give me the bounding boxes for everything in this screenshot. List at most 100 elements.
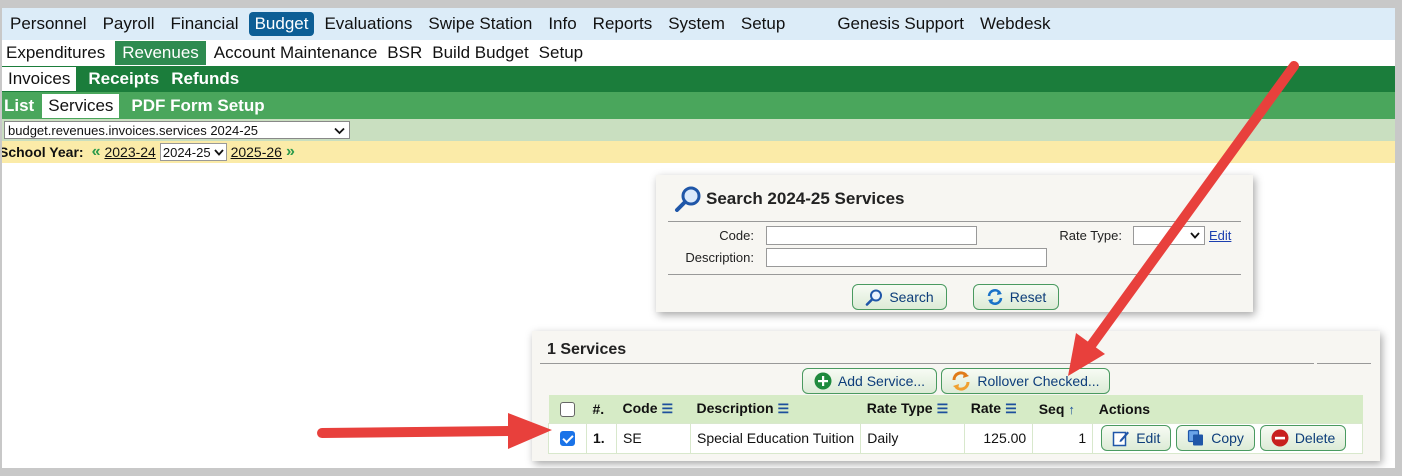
menu-info[interactable]: Info <box>542 12 582 36</box>
col-rate-type-label: Rate Type <box>866 400 933 417</box>
tab-revenues[interactable]: Revenues <box>115 41 206 65</box>
code-label: Code: <box>719 228 754 243</box>
row-num: 1. <box>586 422 617 454</box>
menu-system[interactable]: System <box>662 12 731 36</box>
school-year-select[interactable]: 2024-25 <box>159 143 227 161</box>
magnifier-icon <box>866 289 883 306</box>
sort-menu-icon[interactable]: ☰ <box>937 401 949 416</box>
copy-button-label: Copy <box>1211 430 1244 446</box>
sort-menu-icon[interactable]: ☰ <box>1005 401 1017 416</box>
next-year-link[interactable]: 2025-26 <box>231 144 282 160</box>
description-input[interactable] <box>766 248 1047 267</box>
col-code-label: Code <box>622 400 658 417</box>
col-description-label: Description <box>696 400 774 417</box>
menu-reports[interactable]: Reports <box>587 12 659 36</box>
tab-list[interactable]: List <box>2 94 38 118</box>
row-seq: 1 <box>1032 422 1094 454</box>
menu-payroll[interactable]: Payroll <box>97 12 161 36</box>
tab-services[interactable]: Services <box>42 93 120 118</box>
sort-ascending-icon[interactable]: ↑ <box>1068 402 1075 417</box>
col-code[interactable]: Code ☰ <box>616 395 691 423</box>
col-seq-label: Seq <box>1038 400 1065 417</box>
add-service-button[interactable]: Add Service... <box>802 368 937 394</box>
col-num: #. <box>586 395 617 423</box>
copy-icon <box>1188 429 1204 446</box>
delete-button-label: Delete <box>1294 430 1336 446</box>
table-header-row: #. Code ☰ Description ☰ Rate Type ☰ Rate ☰ S… <box>548 395 1363 423</box>
services-count-title: 1 Services <box>547 341 627 358</box>
col-rate-label: Rate <box>970 400 1002 417</box>
page-selector-bar: budget.revenues.invoices.services 2024-2… <box>2 119 1395 141</box>
edit-button-label: Edit <box>1136 430 1161 446</box>
menu-genesis-support[interactable]: Genesis Support <box>831 12 970 36</box>
menu-webdesk[interactable]: Webdesk <box>974 12 1057 36</box>
rollover-checked-button[interactable]: Rollover Checked... <box>941 368 1110 394</box>
sort-menu-icon[interactable]: ☰ <box>778 401 790 416</box>
search-panel-title: Search 2024-25 Services <box>706 189 905 208</box>
menu-evaluations[interactable]: Evaluations <box>318 12 418 36</box>
edit-button[interactable]: Edit <box>1101 425 1172 451</box>
col-description[interactable]: Description ☰ <box>690 395 861 423</box>
row-select-cell <box>548 422 587 454</box>
revenues-submenu: Invoices Receipts Refunds <box>2 66 1395 92</box>
reset-button[interactable]: Reset <box>973 284 1059 310</box>
search-panel-header: Search 2024-25 Services <box>674 186 905 212</box>
menu-budget[interactable]: Budget <box>248 12 315 36</box>
select-all-header <box>548 395 587 423</box>
school-year-label: School Year: <box>2 144 84 160</box>
budget-submenu: Expenditures Revenues Account Maintenanc… <box>2 40 1395 66</box>
tab-setup[interactable]: Setup <box>535 41 587 65</box>
tab-build-budget[interactable]: Build Budget <box>428 41 532 65</box>
rate-type-select[interactable] <box>1133 226 1205 245</box>
services-title-divider <box>540 363 1314 364</box>
row-rate-type: Daily <box>860 422 966 454</box>
tab-expenditures[interactable]: Expenditures <box>2 41 109 65</box>
description-label: Description: <box>685 250 754 265</box>
select-all-checkbox[interactable] <box>560 402 575 418</box>
row-checkbox[interactable] <box>560 431 575 447</box>
col-rate-type[interactable]: Rate Type ☰ <box>860 395 965 423</box>
menu-swipe-station[interactable]: Swipe Station <box>422 12 538 36</box>
sort-menu-icon[interactable]: ☰ <box>662 401 674 416</box>
rollover-icon <box>952 371 970 391</box>
col-actions: Actions <box>1092 395 1363 423</box>
tab-pdf-form-setup[interactable]: PDF Form Setup <box>127 94 268 118</box>
tab-bsr[interactable]: BSR <box>383 41 426 65</box>
search-panel: Search 2024-25 Services Code: Rate Type:… <box>656 175 1253 312</box>
code-input[interactable] <box>766 226 977 245</box>
col-rate[interactable]: Rate ☰ <box>964 395 1033 423</box>
col-seq[interactable]: Seq ↑ <box>1032 395 1093 423</box>
search-button[interactable]: Search <box>852 284 947 310</box>
tab-invoices[interactable]: Invoices <box>2 67 77 91</box>
row-code: SE <box>616 422 691 454</box>
table-row: 1. SE Special Education Tuition Daily 12… <box>548 422 1363 454</box>
rate-type-edit-link[interactable]: Edit <box>1209 228 1231 243</box>
plus-circle-icon <box>814 372 832 390</box>
add-service-button-label: Add Service... <box>837 373 926 389</box>
row-description: Special Education Tuition <box>689 422 862 454</box>
rate-type-label: Rate Type: <box>1059 228 1122 243</box>
chevron-down-icon <box>213 148 224 156</box>
menu-personnel[interactable]: Personnel <box>4 12 93 36</box>
tab-account-maintenance[interactable]: Account Maintenance <box>210 41 382 65</box>
page-select-value: budget.revenues.invoices.services 2024-2… <box>8 122 259 138</box>
delete-button[interactable]: Delete <box>1259 425 1347 451</box>
magnifier-icon <box>675 186 701 212</box>
services-panel: 1 Services Add Service... Rollover Check… <box>532 331 1380 461</box>
app-window: Personnel Payroll Financial Budget Evalu… <box>2 8 1395 468</box>
menu-financial[interactable]: Financial <box>165 12 245 36</box>
search-footer-divider <box>668 274 1241 275</box>
refresh-icon <box>987 289 1003 305</box>
copy-button[interactable]: Copy <box>1176 425 1255 451</box>
invoices-submenu: List Services PDF Form Setup <box>2 92 1395 119</box>
prev-year-icon[interactable]: « <box>92 143 101 161</box>
page-select[interactable]: budget.revenues.invoices.services 2024-2… <box>4 121 350 139</box>
menu-setup[interactable]: Setup <box>735 12 791 36</box>
services-title-divider-right <box>1317 363 1371 364</box>
tab-refunds[interactable]: Refunds <box>167 67 243 91</box>
search-button-label: Search <box>889 289 934 305</box>
prev-year-link[interactable]: 2023-24 <box>104 144 155 160</box>
tab-receipts[interactable]: Receipts <box>84 67 163 91</box>
next-year-icon[interactable]: » <box>286 143 295 161</box>
main-menu-bar: Personnel Payroll Financial Budget Evalu… <box>2 8 1395 40</box>
